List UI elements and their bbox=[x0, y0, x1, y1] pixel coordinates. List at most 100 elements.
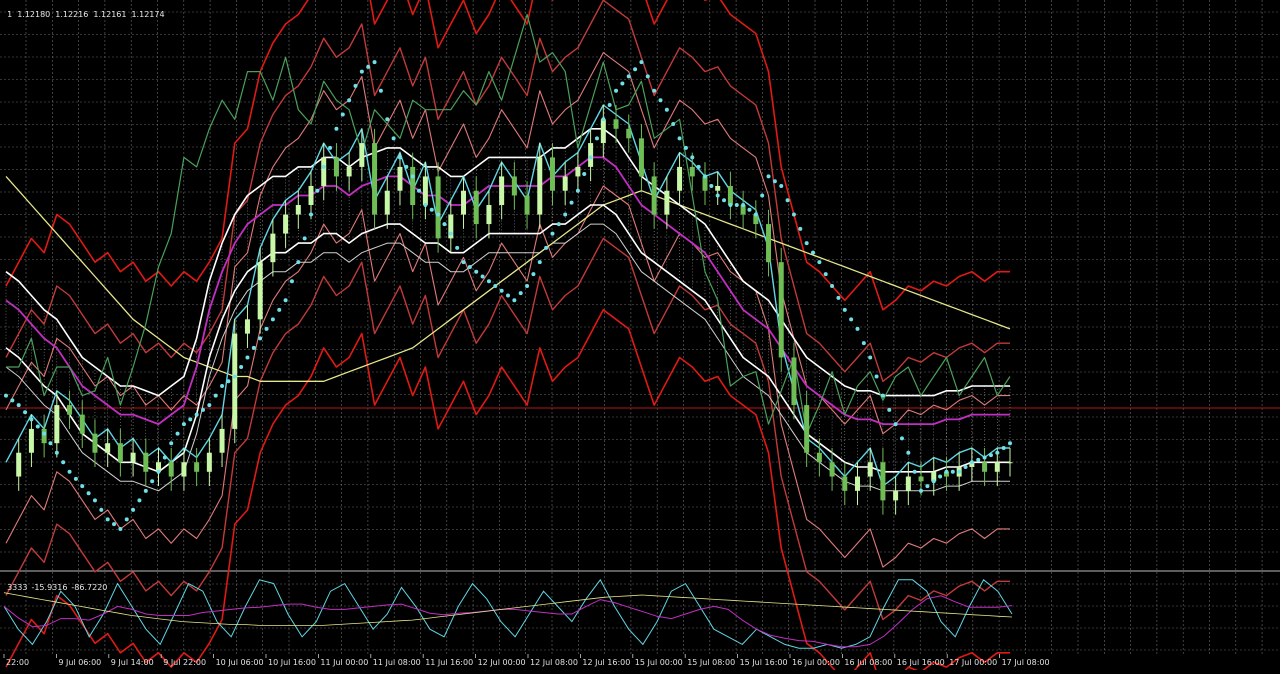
psar-dot bbox=[277, 307, 282, 312]
psar-dot bbox=[1008, 441, 1012, 446]
chart-area[interactable]: 22:00 9 Jul 06:00 9 Jul 14:00 9 Jul 22:00 10… bbox=[0, 0, 1280, 674]
psar-dot bbox=[944, 469, 949, 474]
psar-dot bbox=[817, 260, 822, 265]
psar-dot bbox=[722, 198, 727, 203]
chart-svg[interactable]: 22:00 9 Jul 06:00 9 Jul 14:00 9 Jul 22:00 10… bbox=[0, 0, 1280, 674]
x-tick-label: 10 Jul 16:00 bbox=[268, 658, 316, 667]
psar-dot bbox=[391, 136, 396, 141]
psar-dot bbox=[811, 250, 816, 255]
psar-dot bbox=[925, 484, 930, 489]
psar-dot bbox=[359, 69, 364, 74]
psar-dot bbox=[378, 88, 383, 93]
psar-dot bbox=[35, 424, 40, 429]
psar-dot bbox=[537, 260, 542, 265]
psar-dot bbox=[289, 279, 294, 284]
psar-dot bbox=[302, 236, 307, 241]
candle-body bbox=[816, 452, 822, 463]
psar-dot bbox=[29, 417, 34, 422]
psar-dot bbox=[270, 317, 275, 322]
psar-dot bbox=[42, 431, 47, 436]
x-tick-label: 9 Jul 14:00 bbox=[111, 658, 154, 667]
psar-dot bbox=[766, 174, 771, 179]
candle-body bbox=[524, 195, 530, 215]
x-tick-label: 15 Jul 00:00 bbox=[635, 658, 683, 667]
candle-body bbox=[473, 190, 479, 225]
psar-dot bbox=[48, 441, 53, 446]
candle-body bbox=[295, 205, 301, 215]
candle-body bbox=[67, 405, 73, 415]
candle-body bbox=[905, 476, 911, 491]
psar-dot bbox=[181, 422, 186, 427]
psar-dot bbox=[423, 203, 428, 208]
psar-dot bbox=[80, 484, 85, 489]
candle-body bbox=[677, 166, 683, 191]
psar-dot bbox=[10, 398, 15, 403]
psar-dot bbox=[855, 326, 860, 331]
candle-body bbox=[982, 462, 988, 472]
psar-dot bbox=[645, 74, 650, 79]
candle-body bbox=[92, 433, 98, 453]
candle-body bbox=[511, 176, 517, 196]
candle-body bbox=[575, 166, 581, 177]
psar-dot bbox=[950, 469, 955, 474]
psar-dot bbox=[353, 83, 358, 88]
psar-dot bbox=[931, 479, 936, 484]
psar-dot bbox=[150, 479, 155, 484]
psar-dot bbox=[683, 145, 688, 150]
candle-body bbox=[346, 166, 352, 177]
psar-dot bbox=[702, 174, 707, 179]
ohlc-low: 1.12161 bbox=[93, 10, 127, 19]
candle-body bbox=[143, 452, 149, 472]
psar-dot bbox=[226, 379, 231, 384]
candle-body bbox=[626, 128, 632, 139]
psar-dot bbox=[156, 469, 161, 474]
bollinger-outer-upper bbox=[5, 0, 1010, 311]
candle-body bbox=[791, 357, 797, 406]
x-tick-label: 12 Jul 08:00 bbox=[530, 658, 578, 667]
psar-dot bbox=[633, 67, 638, 72]
psar-dot bbox=[16, 403, 21, 408]
ichimoku-cloud bbox=[5, 128, 1011, 472]
candle-body bbox=[766, 224, 772, 263]
psar-dot bbox=[995, 450, 1000, 455]
psar-dot bbox=[639, 60, 644, 65]
psar-dot bbox=[283, 298, 288, 303]
psar-dot bbox=[982, 455, 987, 460]
parabolic-sar bbox=[4, 60, 1012, 531]
psar-dot bbox=[264, 326, 269, 331]
candle-body bbox=[461, 190, 467, 215]
x-tick-label: 16 Jul 16:00 bbox=[897, 658, 945, 667]
psar-dot bbox=[614, 88, 619, 93]
psar-dot bbox=[594, 136, 599, 141]
psar-dot bbox=[417, 188, 422, 193]
psar-dot bbox=[728, 203, 733, 208]
psar-dot bbox=[556, 222, 561, 227]
psar-dot bbox=[480, 274, 485, 279]
psar-dot bbox=[366, 64, 371, 69]
candle-body bbox=[359, 143, 365, 167]
candle-body bbox=[918, 476, 924, 482]
psar-dot bbox=[321, 164, 326, 169]
psar-dot bbox=[137, 498, 142, 503]
candle-body bbox=[880, 462, 886, 501]
candle-body bbox=[321, 157, 327, 186]
psar-dot bbox=[194, 412, 199, 417]
x-tick-label: 11 Jul 08:00 bbox=[373, 658, 421, 667]
candle-body bbox=[778, 262, 784, 358]
psar-dot bbox=[105, 517, 110, 522]
psar-dot bbox=[340, 112, 345, 117]
psar-dot bbox=[798, 226, 803, 231]
psar-dot bbox=[988, 453, 993, 458]
candle-body bbox=[499, 176, 505, 206]
psar-dot bbox=[296, 260, 301, 265]
candle-body bbox=[79, 414, 85, 434]
psar-dot bbox=[550, 231, 555, 236]
psar-dot bbox=[874, 374, 879, 379]
psar-dot bbox=[531, 272, 536, 277]
x-tick-label: 16 Jul 08:00 bbox=[844, 658, 892, 667]
candle-body bbox=[854, 476, 860, 491]
sma-yellow-line bbox=[5, 175, 1011, 382]
x-tick-label: 17 Jul 08:00 bbox=[1002, 658, 1050, 667]
candle-body bbox=[308, 185, 314, 206]
x-tick-label: 9 Jul 06:00 bbox=[58, 658, 101, 667]
